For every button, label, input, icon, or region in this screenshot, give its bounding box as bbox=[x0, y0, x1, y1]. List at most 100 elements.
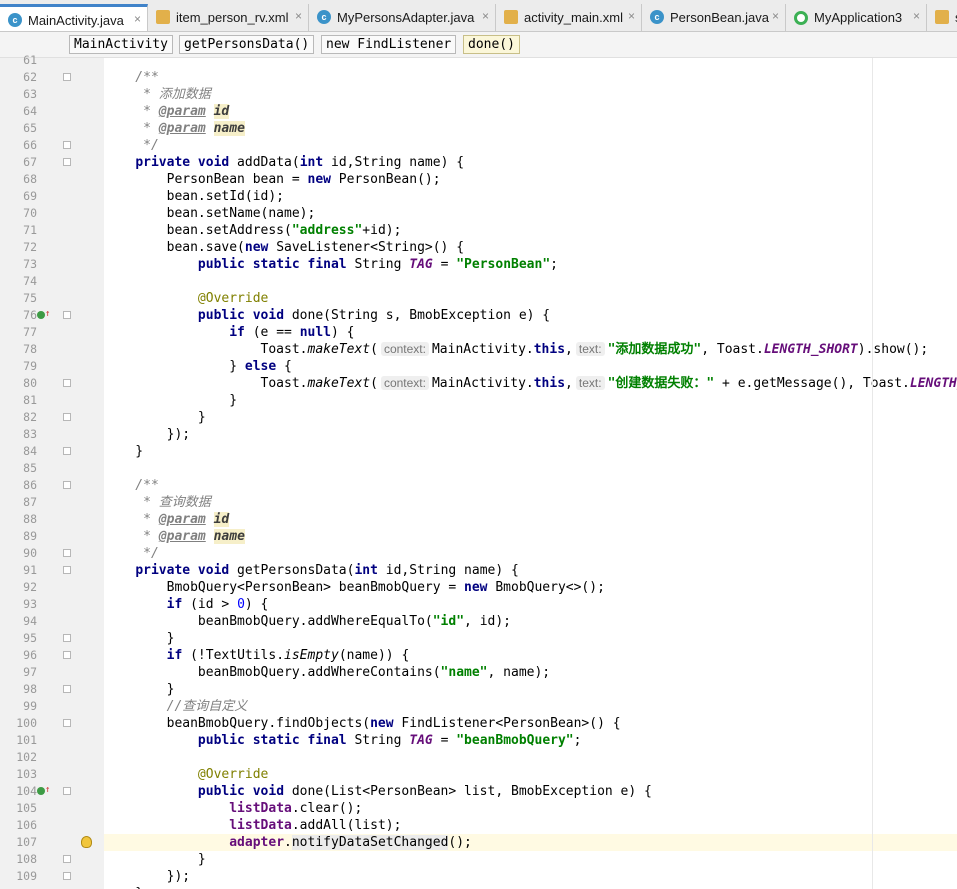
code-line[interactable]: private void addData(int id,String name)… bbox=[104, 154, 464, 171]
tab-mainactivity-java[interactable]: c MainActivity.java × bbox=[0, 4, 148, 31]
code-line[interactable]: PersonBean bean = new PersonBean(); bbox=[104, 171, 441, 188]
fold-toggle-icon[interactable] bbox=[63, 447, 71, 455]
code-line[interactable]: * 查询数据 bbox=[104, 494, 211, 511]
code-line[interactable]: } bbox=[104, 443, 143, 460]
fold-toggle-icon[interactable] bbox=[63, 719, 71, 727]
code-line[interactable]: beanBmobQuery.addWhereEqualTo("id", id); bbox=[104, 613, 511, 630]
lightbulb-icon[interactable] bbox=[81, 836, 92, 848]
close-icon[interactable]: × bbox=[482, 9, 489, 23]
code-token: * 查询数据 bbox=[104, 495, 211, 510]
tab-personbean-java[interactable]: c PersonBean.java × bbox=[642, 4, 786, 31]
fold-toggle-icon[interactable] bbox=[63, 872, 71, 880]
code-line[interactable]: bean.setName(name); bbox=[104, 205, 316, 222]
line-number: 107 bbox=[16, 835, 37, 849]
tab-mypersonsadapter-java[interactable]: c MyPersonsAdapter.java × bbox=[309, 4, 496, 31]
fold-toggle-icon[interactable] bbox=[63, 73, 71, 81]
code-line[interactable]: } bbox=[104, 409, 206, 426]
code-line[interactable]: * @param name bbox=[104, 528, 245, 545]
breadcrumb-item[interactable]: new FindListener bbox=[321, 35, 457, 54]
code-line[interactable]: public void done(String s, BmobException… bbox=[104, 307, 550, 324]
code-line[interactable]: }); bbox=[104, 868, 190, 885]
code-line[interactable]: if (id > 0) { bbox=[104, 596, 269, 613]
code-line[interactable]: public static final String TAG = "beanBm… bbox=[104, 732, 582, 749]
code-line[interactable]: * 添加数据 bbox=[104, 86, 211, 103]
close-icon[interactable]: × bbox=[913, 9, 920, 23]
code-line[interactable]: } else { bbox=[104, 358, 292, 375]
fold-toggle-icon[interactable] bbox=[63, 634, 71, 642]
breadcrumb-item[interactable]: done() bbox=[463, 35, 520, 54]
code-line[interactable]: adapter.notifyDataSetChanged(); bbox=[104, 834, 957, 851]
code-line[interactable]: }); bbox=[104, 426, 190, 443]
override-marker-icon[interactable] bbox=[37, 787, 45, 795]
fold-toggle-icon[interactable] bbox=[63, 481, 71, 489]
code-line[interactable]: BmobQuery<PersonBean> beanBmobQuery = ne… bbox=[104, 579, 605, 596]
fold-toggle-icon[interactable] bbox=[63, 787, 71, 795]
code-line[interactable]: if (e == null) { bbox=[104, 324, 354, 341]
close-icon[interactable]: × bbox=[134, 12, 141, 26]
code-line[interactable]: listData.addAll(list); bbox=[104, 817, 401, 834]
fold-toggle-icon[interactable] bbox=[63, 379, 71, 387]
breadcrumb-item[interactable]: getPersonsData() bbox=[179, 35, 315, 54]
line-number: 76 bbox=[23, 308, 37, 322]
code-line[interactable]: * @param id bbox=[104, 511, 230, 528]
code-token: if bbox=[166, 648, 183, 663]
fold-toggle-icon[interactable] bbox=[63, 855, 71, 863]
code-line[interactable]: */ bbox=[104, 545, 159, 562]
code-editor[interactable]: /** * 添加数据 * @param id * @param name */ … bbox=[104, 58, 957, 889]
code-line[interactable]: @Override bbox=[104, 766, 268, 783]
line-number: 96 bbox=[23, 648, 37, 662]
code-token: "address" bbox=[291, 223, 363, 238]
code-line[interactable]: beanBmobQuery.findObjects(new FindListen… bbox=[104, 715, 621, 732]
code-line[interactable]: /** bbox=[104, 69, 159, 86]
breadcrumb-item[interactable]: MainActivity bbox=[69, 35, 173, 54]
code-line[interactable]: * @param name bbox=[104, 120, 245, 137]
code-line[interactable]: private void getPersonsData(int id,Strin… bbox=[104, 562, 519, 579]
code-token: } bbox=[104, 682, 175, 697]
fold-toggle-icon[interactable] bbox=[63, 413, 71, 421]
close-icon[interactable]: × bbox=[628, 9, 635, 23]
line-number: 73 bbox=[23, 257, 37, 271]
code-line[interactable]: Toast.makeText(context: MainActivity.this… bbox=[104, 341, 928, 358]
fold-toggle-icon[interactable] bbox=[63, 311, 71, 319]
fold-toggle-icon[interactable] bbox=[63, 685, 71, 693]
fold-toggle-icon[interactable] bbox=[63, 141, 71, 149]
fold-toggle-icon[interactable] bbox=[63, 651, 71, 659]
code-line[interactable]: public void done(List<PersonBean> list, … bbox=[104, 783, 652, 800]
tab-s[interactable]: s bbox=[927, 4, 957, 31]
code-line[interactable]: bean.setAddress("address"+id); bbox=[104, 222, 402, 239]
code-line[interactable]: bean.setId(id); bbox=[104, 188, 284, 205]
tab-item-person-rv-xml[interactable]: item_person_rv.xml × bbox=[148, 4, 309, 31]
override-marker-icon[interactable] bbox=[37, 311, 45, 319]
code-line[interactable]: listData.clear(); bbox=[104, 800, 362, 817]
code-token: String bbox=[346, 257, 410, 272]
code-line[interactable]: * @param id bbox=[104, 103, 230, 120]
tab-myapplication3[interactable]: MyApplication3 × bbox=[786, 4, 927, 31]
code-line[interactable]: */ bbox=[104, 137, 159, 154]
fold-toggle-icon[interactable] bbox=[63, 549, 71, 557]
close-icon[interactable]: × bbox=[772, 9, 779, 23]
code-line[interactable]: Toast.makeText(context: MainActivity.this… bbox=[104, 375, 957, 392]
close-icon[interactable]: × bbox=[295, 9, 302, 23]
up-arrow-icon: ↑ bbox=[45, 309, 51, 319]
code-line[interactable]: } bbox=[104, 630, 175, 647]
code-line[interactable]: } bbox=[104, 681, 175, 698]
code-token: .addAll(list); bbox=[291, 818, 402, 833]
line-number: 64 bbox=[23, 104, 37, 118]
code-line[interactable]: } bbox=[104, 885, 143, 889]
tab-label: MainActivity.java bbox=[28, 13, 124, 28]
code-line[interactable]: @Override bbox=[104, 290, 268, 307]
code-line[interactable]: } bbox=[104, 392, 237, 409]
fold-toggle-icon[interactable] bbox=[63, 158, 71, 166]
code-line[interactable]: bean.save(new SaveListener<String>() { bbox=[104, 239, 464, 256]
tab-activity-main-xml[interactable]: activity_main.xml × bbox=[496, 4, 642, 31]
code-line[interactable]: public static final String TAG = "Person… bbox=[104, 256, 558, 273]
code-token: } bbox=[104, 410, 206, 425]
code-line[interactable]: beanBmobQuery.addWhereContains("name", n… bbox=[104, 664, 550, 681]
code-line[interactable]: //查询自定义 bbox=[104, 698, 248, 715]
code-line[interactable]: } bbox=[104, 851, 206, 868]
fold-toggle-icon[interactable] bbox=[63, 566, 71, 574]
line-number: 108 bbox=[16, 852, 37, 866]
code-line[interactable]: if (!TextUtils.isEmpty(name)) { bbox=[104, 647, 410, 664]
code-line[interactable]: /** bbox=[104, 477, 159, 494]
